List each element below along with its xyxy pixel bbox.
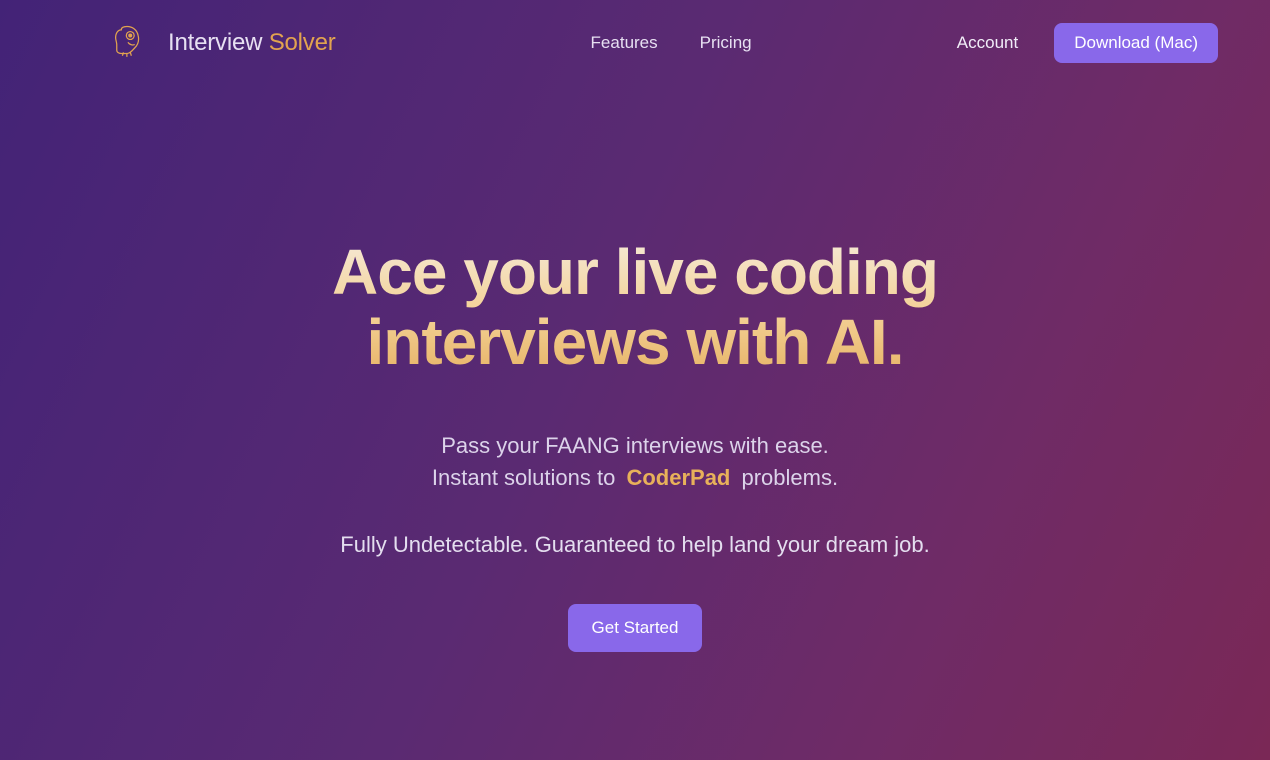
get-started-button[interactable]: Get Started — [568, 604, 703, 652]
nav-account[interactable]: Account — [957, 33, 1018, 53]
brand-group[interactable]: Interview Solver — [110, 22, 336, 63]
brand-word-2: Solver — [269, 29, 336, 56]
nav-center: Features Pricing — [591, 33, 752, 53]
headline-line-2: interviews with AI. — [367, 306, 904, 378]
top-nav: Interview Solver Features Pricing Accoun… — [0, 0, 1270, 85]
nav-features[interactable]: Features — [591, 33, 658, 53]
sub-line-2-post: problems. — [735, 465, 838, 490]
nav-right: Account Download (Mac) — [957, 23, 1218, 63]
hero-section: Ace your live coding interviews with AI.… — [125, 85, 1145, 652]
headline-line-1: Ace your live coding — [332, 236, 938, 308]
coderpad-highlight: CoderPad — [621, 465, 735, 490]
sub-line-2-pre: Instant solutions to — [432, 465, 622, 490]
sub-line-2: Instant solutions to CoderPad problems. — [432, 465, 838, 490]
download-button[interactable]: Download (Mac) — [1054, 23, 1218, 63]
brand-name: Interview Solver — [168, 29, 336, 57]
hero-subtext: Pass your FAANG interviews with ease. In… — [125, 430, 1145, 494]
brand-head-icon — [110, 22, 146, 63]
brand-word-1: Interview — [168, 29, 269, 56]
sub-line-1: Pass your FAANG interviews with ease. — [441, 433, 829, 458]
nav-pricing[interactable]: Pricing — [700, 33, 752, 53]
hero-headline: Ace your live coding interviews with AI. — [125, 237, 1145, 378]
hero-subtext-2: Fully Undetectable. Guaranteed to help l… — [125, 532, 1145, 558]
